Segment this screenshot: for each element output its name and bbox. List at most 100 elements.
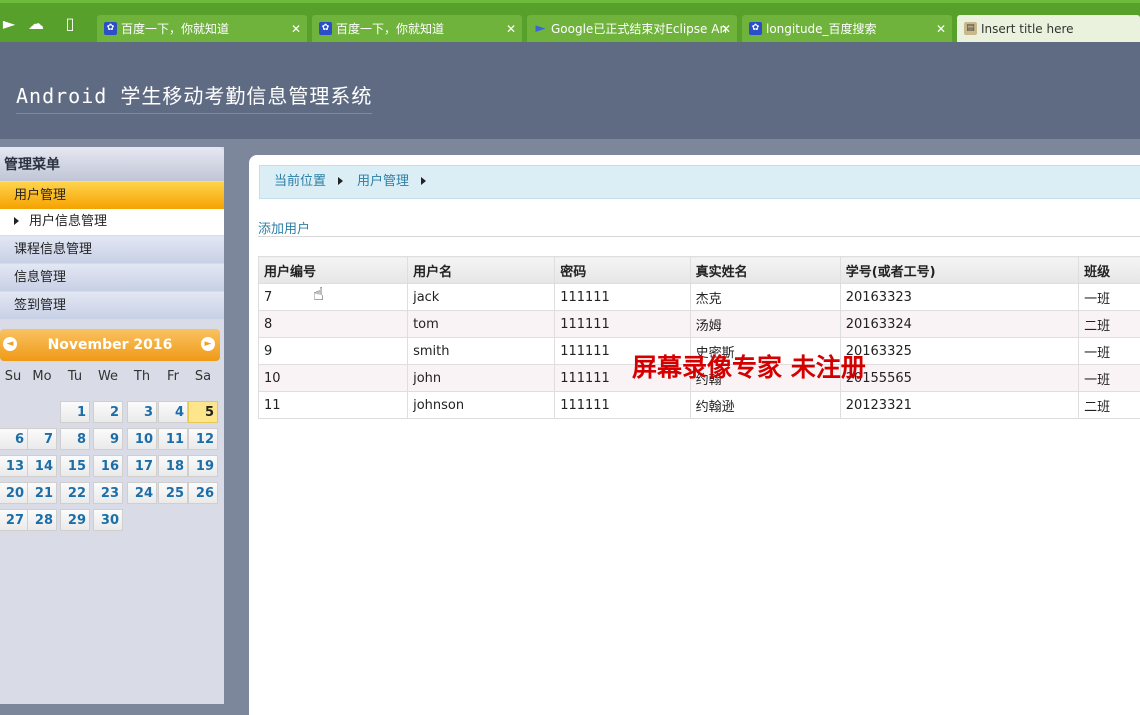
calendar-day[interactable]: 1 [60, 401, 90, 423]
user-table: 用户编号 用户名 密码 真实姓名 学号(或者工号) 班级 7jack111111… [258, 256, 1140, 419]
watermark-text: 屏幕录像专家 未注册 [632, 348, 866, 384]
calendar-day[interactable]: 26 [188, 482, 218, 504]
table-cell: john [408, 365, 555, 392]
table-cell: 汤姆 [690, 311, 840, 338]
calendar-day[interactable]: 19 [188, 455, 218, 477]
column-header-real-name[interactable]: 真实姓名 [690, 257, 840, 284]
sidebar-subitem-user-info[interactable]: 用户信息管理 [0, 209, 224, 235]
table-row[interactable]: 8tom111111汤姆20163324二班 [259, 311, 1140, 338]
sidebar-item-sign-in[interactable]: 签到管理 [0, 292, 224, 319]
tab-longitude[interactable]: ✿ longitude_百度搜索 ✕ [742, 15, 952, 43]
tab-label: Google已正式结束对Eclipse An [551, 22, 727, 36]
calendar-day[interactable]: 22 [60, 482, 90, 504]
column-header-student-no[interactable]: 学号(或者工号) [840, 257, 1078, 284]
app-header: Android 学生移动考勤信息管理系统 [0, 42, 1140, 139]
tab-insert-title[interactable]: ▤ Insert title here [957, 15, 1140, 43]
calendar-day[interactable]: 12 [188, 428, 218, 450]
sidebar-item-user-management[interactable]: 用户管理 [0, 182, 224, 209]
calendar-day[interactable]: 13 [0, 455, 28, 477]
baidu-paw-icon: ✿ [319, 22, 332, 35]
table-cell: 20163324 [840, 311, 1078, 338]
calendar-day[interactable]: 8 [60, 428, 90, 450]
calendar-day[interactable]: 10 [127, 428, 157, 450]
calendar-day[interactable]: 21 [27, 482, 57, 504]
table-cell: 一班 [1079, 284, 1140, 311]
column-header-password[interactable]: 密码 [555, 257, 690, 284]
app-title: Android 学生移动考勤信息管理系统 [16, 80, 372, 114]
sidebar: 管理菜单 用户管理 用户信息管理 课程信息管理 信息管理 签到管理 ◄ Nove… [0, 147, 224, 704]
calendar-day[interactable]: 20 [0, 482, 28, 504]
calendar-day[interactable]: 14 [27, 455, 57, 477]
weekday-label: Fr [157, 369, 189, 384]
tab-label: Insert title here [981, 22, 1074, 36]
table-cell: 10 [259, 365, 408, 392]
cloud-icon[interactable]: ☁ [27, 15, 45, 33]
sidebar-subitem-label: 用户信息管理 [29, 214, 107, 229]
close-icon[interactable]: ✕ [721, 15, 731, 43]
table-cell: smith [408, 338, 555, 365]
caret-right-icon [14, 217, 19, 225]
sidebar-item-info-management[interactable]: 信息管理 [0, 264, 224, 291]
table-cell: 7 [259, 284, 408, 311]
calendar-day[interactable]: 23 [93, 482, 123, 504]
tab-baidu-2[interactable]: ✿ 百度一下，你就知道 ✕ [312, 15, 522, 43]
tab-baidu-1[interactable]: ✿ 百度一下，你就知道 ✕ [97, 15, 307, 43]
table-cell: 20163323 [840, 284, 1078, 311]
calendar-day[interactable]: 24 [127, 482, 157, 504]
calendar-day[interactable]: 7 [27, 428, 57, 450]
browser-tab-bar: ► ☁ ▯ ✿ 百度一下，你就知道 ✕ ✿ 百度一下，你就知道 ✕ ► Goog… [0, 0, 1140, 42]
calendar-day[interactable]: 29 [60, 509, 90, 531]
calendar-day[interactable]: 27 [0, 509, 28, 531]
calendar: ◄ November 2016 ► SuMoTuWeThFrSa12345678… [0, 329, 222, 361]
table-cell: 杰克 [690, 284, 840, 311]
table-row[interactable]: 7jack111111杰克20163323一班 [259, 284, 1140, 311]
weekday-label: Sa [187, 369, 219, 384]
close-icon[interactable]: ✕ [506, 15, 516, 43]
calendar-day[interactable]: 17 [127, 455, 157, 477]
calendar-day[interactable]: 6 [0, 428, 28, 450]
phone-icon[interactable]: ▯ [61, 15, 79, 33]
table-cell: 20123321 [840, 392, 1078, 419]
sidebar-item-course-info[interactable]: 课程信息管理 [0, 236, 224, 263]
weekday-label: Tu [59, 369, 91, 384]
calendar-day[interactable]: 4 [158, 401, 188, 423]
close-icon[interactable]: ✕ [936, 15, 946, 43]
calendar-day[interactable]: 9 [93, 428, 123, 450]
calendar-day[interactable]: 15 [60, 455, 90, 477]
calendar-day[interactable]: 28 [27, 509, 57, 531]
back-arrow-icon[interactable]: ► [0, 15, 18, 33]
calendar-day[interactable]: 25 [158, 482, 188, 504]
table-header-row: 用户编号 用户名 密码 真实姓名 学号(或者工号) 班级 [259, 257, 1140, 284]
column-header-user-id[interactable]: 用户编号 [259, 257, 408, 284]
next-month-icon[interactable]: ► [201, 337, 215, 351]
menu-heading: 管理菜单 [0, 147, 224, 181]
table-cell: 二班 [1079, 392, 1140, 419]
table-row[interactable]: 11johnson111111约翰逊20123321二班 [259, 392, 1140, 419]
column-header-class[interactable]: 班级 [1079, 257, 1140, 284]
calendar-day[interactable]: 5 [188, 401, 218, 423]
table-cell: 约翰逊 [690, 392, 840, 419]
calendar-day[interactable]: 3 [127, 401, 157, 423]
breadcrumb-item-location[interactable]: 当前位置 [274, 174, 326, 189]
prev-month-icon[interactable]: ◄ [3, 337, 17, 351]
calendar-day[interactable]: 16 [93, 455, 123, 477]
main-panel: 当前位置 用户管理 添加用户 用户编号 用户名 密码 真实姓名 学号(或者工号) … [249, 155, 1140, 715]
calendar-day[interactable]: 18 [158, 455, 188, 477]
tab-google-eclipse[interactable]: ► Google已正式结束对Eclipse An ✕ [527, 15, 737, 43]
add-user-link[interactable]: 添加用户 [258, 218, 310, 237]
caret-right-icon [421, 177, 426, 185]
hand-cursor-icon: ☝ [313, 284, 324, 305]
calendar-day[interactable]: 30 [93, 509, 123, 531]
tab-label: longitude_百度搜索 [766, 22, 877, 36]
table-cell: 111111 [555, 311, 690, 338]
table-cell: 20163325 [840, 338, 1078, 365]
weekday-label: Su [0, 369, 29, 384]
weekday-label: Mo [26, 369, 58, 384]
close-icon[interactable]: ✕ [291, 15, 301, 43]
baidu-paw-icon: ✿ [749, 22, 762, 35]
column-header-username[interactable]: 用户名 [408, 257, 555, 284]
breadcrumb-item-user-management[interactable]: 用户管理 [357, 174, 409, 189]
calendar-day[interactable]: 2 [93, 401, 123, 423]
table-cell: 11 [259, 392, 408, 419]
calendar-day[interactable]: 11 [158, 428, 188, 450]
